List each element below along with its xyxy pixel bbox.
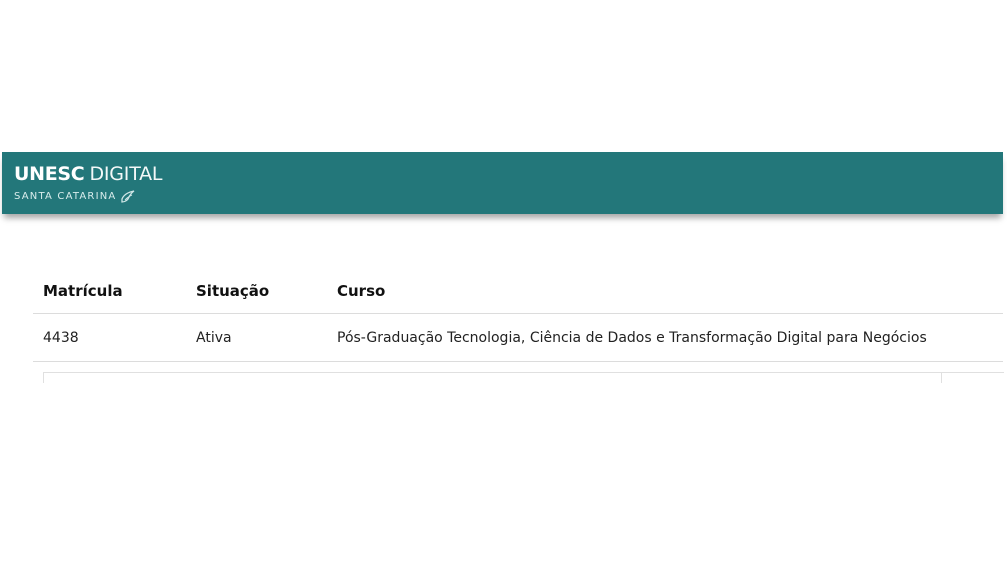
detail-panel xyxy=(43,372,1004,383)
unesc-digital-logo[interactable]: UNESC DIGITAL SANTA CATARINA xyxy=(14,162,163,203)
column-header-curso: Curso xyxy=(327,268,1003,314)
site-header: UNESC DIGITAL SANTA CATARINA xyxy=(2,152,1003,214)
bird-emblem-icon xyxy=(120,189,136,203)
cell-situacao: Ativa xyxy=(186,313,327,362)
logo-brand-strong: UNESC xyxy=(14,163,85,185)
logo-subtitle-row: SANTA CATARINA xyxy=(14,189,162,203)
column-header-matricula: Matrícula xyxy=(33,268,186,314)
column-header-situacao: Situação xyxy=(186,268,327,314)
table-row[interactable]: 4438 Ativa Pós-Graduação Tecnologia, Ciê… xyxy=(33,313,1003,362)
logo-subtitle: SANTA CATARINA xyxy=(14,190,117,202)
logo-title: UNESC DIGITAL xyxy=(14,162,163,186)
logo-brand-light: DIGITAL xyxy=(89,163,163,185)
panel-divider xyxy=(941,373,942,383)
enrollment-table-container: Matrícula Situação Curso 4438 Ativa Pós-… xyxy=(33,268,1003,362)
cell-curso: Pós-Graduação Tecnologia, Ciência de Dad… xyxy=(327,313,1003,362)
enrollment-table: Matrícula Situação Curso 4438 Ativa Pós-… xyxy=(33,268,1003,362)
page: UNESC DIGITAL SANTA CATARINA Matrícula Si… xyxy=(0,0,1007,578)
cell-matricula: 4438 xyxy=(33,313,186,362)
table-header-row: Matrícula Situação Curso xyxy=(33,268,1003,314)
